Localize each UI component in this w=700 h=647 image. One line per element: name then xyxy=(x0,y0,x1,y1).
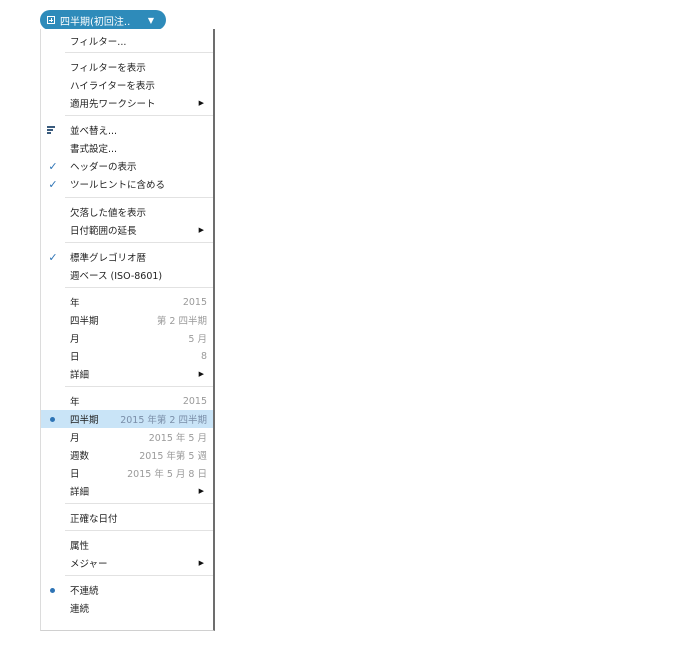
menu-separator xyxy=(65,503,213,504)
checkmark-icon: ✓ xyxy=(48,250,58,264)
menu-item-extend-date-range[interactable]: 日付範囲の延長 ▶ xyxy=(41,221,213,239)
menu-item-datevalue-quarter[interactable]: 四半期 2015 年第 2 四半期 xyxy=(41,410,213,428)
menu-item-datepart-day[interactable]: 日 8 xyxy=(41,347,213,365)
menu-item-datevalue-week[interactable]: 週数 2015 年第 5 週 xyxy=(41,446,213,464)
menu-item-include-tooltip[interactable]: ✓ ツールヒントに含める xyxy=(41,175,213,193)
submenu-arrow-icon: ▶ xyxy=(198,99,204,107)
pill-label: 四半期(初回注.. xyxy=(60,16,131,28)
menu-item-datepart-more[interactable]: 詳細 ▶ xyxy=(41,365,213,383)
submenu-arrow-icon: ▶ xyxy=(198,559,204,567)
menu-separator xyxy=(65,115,213,116)
menu-item-continuous[interactable]: 連続 xyxy=(41,599,213,617)
menu-item-datepart-month[interactable]: 月 5 月 xyxy=(41,329,213,347)
menu-item-show-filter[interactable]: フィルターを表示 xyxy=(41,58,213,76)
menu-item-show-missing[interactable]: 欠落した値を表示 xyxy=(41,203,213,221)
menu-item-filter[interactable]: フィルター... xyxy=(41,32,213,50)
checkmark-icon: ✓ xyxy=(48,177,58,191)
menu-separator xyxy=(65,575,213,576)
context-menu: フィルター... フィルターを表示 ハイライターを表示 適用先ワークシート ▶ … xyxy=(40,29,215,631)
menu-item-format[interactable]: 書式設定... xyxy=(41,139,213,157)
menu-item-attribute[interactable]: 属性 xyxy=(41,536,213,554)
menu-item-datevalue-more[interactable]: 詳細 ▶ xyxy=(41,482,213,500)
menu-item-datepart-year[interactable]: 年 2015 xyxy=(41,293,213,311)
menu-separator xyxy=(65,242,213,243)
menu-item-exact-date[interactable]: 正確な日付 xyxy=(41,509,213,527)
sort-icon xyxy=(47,126,55,134)
menu-item-sort[interactable]: 並べ替え... xyxy=(41,121,213,139)
menu-separator xyxy=(65,530,213,531)
menu-item-measure[interactable]: メジャー ▶ xyxy=(41,554,213,572)
menu-item-show-highlighter[interactable]: ハイライターを表示 xyxy=(41,76,213,94)
menu-item-week-based[interactable]: 週ベース (ISO-8601) xyxy=(41,266,213,284)
expand-plus-icon[interactable] xyxy=(47,16,55,24)
menu-item-apply-worksheets[interactable]: 適用先ワークシート ▶ xyxy=(41,94,213,112)
menu-separator xyxy=(65,386,213,387)
selected-radio-dot-icon xyxy=(50,587,55,593)
selected-radio-dot-icon xyxy=(50,416,55,422)
menu-item-standard-gregorian[interactable]: ✓ 標準グレゴリオ暦 xyxy=(41,248,213,266)
menu-item-datepart-quarter[interactable]: 四半期 第 2 四半期 xyxy=(41,311,213,329)
menu-separator xyxy=(65,197,213,198)
menu-item-show-header[interactable]: ✓ ヘッダーの表示 xyxy=(41,157,213,175)
menu-item-datevalue-month[interactable]: 月 2015 年 5 月 xyxy=(41,428,213,446)
submenu-arrow-icon: ▶ xyxy=(198,226,204,234)
field-pill-quarter[interactable]: 四半期(初回注.. ▼ xyxy=(40,10,166,30)
menu-item-datevalue-year[interactable]: 年 2015 xyxy=(41,392,213,410)
menu-separator xyxy=(65,287,213,288)
checkmark-icon: ✓ xyxy=(48,159,58,173)
dropdown-caret-icon[interactable]: ▼ xyxy=(148,16,154,25)
submenu-arrow-icon: ▶ xyxy=(198,370,204,378)
submenu-arrow-icon: ▶ xyxy=(198,487,204,495)
menu-item-discrete[interactable]: 不連続 xyxy=(41,581,213,599)
menu-item-datevalue-day[interactable]: 日 2015 年 5 月 8 日 xyxy=(41,464,213,482)
menu-separator xyxy=(65,52,213,53)
